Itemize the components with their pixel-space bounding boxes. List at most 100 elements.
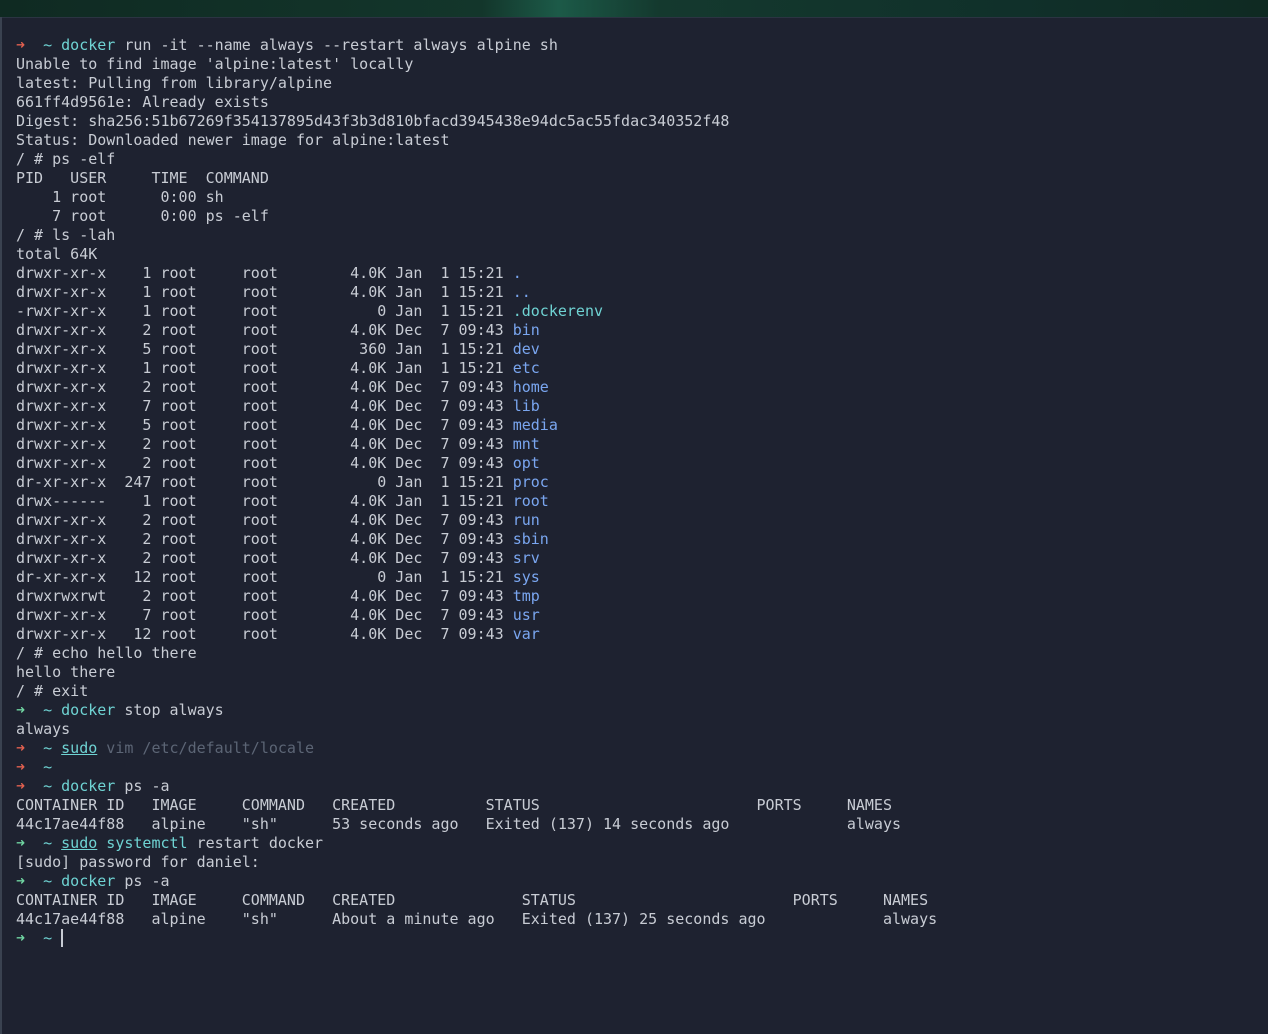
- ls-row-meta: drwxr-xr-x 1 root root 4.0K Jan 1 15:21: [16, 283, 513, 301]
- terminal-output[interactable]: ➜ ~ docker run -it --name always --resta…: [16, 36, 1256, 948]
- command-args: ps -a: [115, 872, 170, 890]
- docker-ps-row: 44c17ae44f88 alpine "sh" About a minute …: [16, 910, 938, 928]
- prompt-cwd: ~: [43, 777, 53, 795]
- prompt-line: ➜ ~ sudo vim /etc/default/locale: [16, 739, 1256, 758]
- ls-row-meta: drwxr-xr-x 2 root root 4.0K Dec 7 09:43: [16, 549, 513, 567]
- prompt-cwd: ~: [43, 36, 53, 54]
- shell-command-line: / # exit: [16, 682, 89, 700]
- ls-row: drwxr-xr-x 2 root root 4.0K Dec 7 09:43 …: [16, 530, 1256, 549]
- ls-row: drwxr-xr-x 2 root root 4.0K Dec 7 09:43 …: [16, 378, 1256, 397]
- file-name: .dockerenv: [512, 302, 604, 320]
- command-name: docker: [61, 872, 116, 890]
- ls-row: drwxr-xr-x 2 root root 4.0K Dec 7 09:43 …: [16, 549, 1256, 568]
- ls-row: drwxr-xr-x 5 root root 360 Jan 1 15:21 d…: [16, 340, 1256, 359]
- directory-name: dev: [512, 340, 540, 358]
- prompt-arrow-icon: ➜: [16, 36, 26, 54]
- ls-row-meta: drwxr-xr-x 2 root root 4.0K Dec 7 09:43: [16, 378, 513, 396]
- output-line: 661ff4d9561e: Already exists: [16, 93, 269, 111]
- ls-row-meta: drwxr-xr-x 7 root root 4.0K Dec 7 09:43: [16, 397, 513, 415]
- prompt-line: ➜ ~ docker ps -a: [16, 872, 1256, 891]
- prompt-cwd: ~: [43, 758, 53, 776]
- sudo-password-prompt: [sudo] password for daniel:: [16, 853, 260, 871]
- directory-name: opt: [512, 454, 540, 472]
- ls-row: drwxr-xr-x 1 root root 4.0K Jan 1 15:21 …: [16, 283, 1256, 302]
- prompt-cwd: ~: [43, 701, 53, 719]
- ls-row: drwxr-xr-x 2 root root 4.0K Dec 7 09:43 …: [16, 435, 1256, 454]
- ls-row: drwxrwxrwt 2 root root 4.0K Dec 7 09:43 …: [16, 587, 1256, 606]
- shell-command-line: / # ls -lah: [16, 226, 116, 244]
- ls-row-meta: drwxr-xr-x 5 root root 4.0K Dec 7 09:43: [16, 416, 513, 434]
- ls-row: drwxr-xr-x 2 root root 4.0K Dec 7 09:43 …: [16, 321, 1256, 340]
- prompt-arrow-icon: ➜: [16, 872, 26, 890]
- output-line: Unable to find image 'alpine:latest' loc…: [16, 55, 414, 73]
- prompt-arrow-icon: ➜: [16, 739, 26, 757]
- directory-name: bin: [512, 321, 540, 339]
- ls-row: dr-xr-xr-x 247 root root 0 Jan 1 15:21 p…: [16, 473, 1256, 492]
- directory-name: usr: [512, 606, 540, 624]
- ls-row-meta: drwxr-xr-x 2 root root 4.0K Dec 7 09:43: [16, 530, 513, 548]
- ls-row-meta: dr-xr-xr-x 12 root root 0 Jan 1 15:21: [16, 568, 513, 586]
- prompt-line: ➜ ~: [16, 758, 1256, 777]
- directory-name: .: [512, 264, 522, 282]
- directory-name: ..: [512, 283, 531, 301]
- ls-row-meta: drwxrwxrwt 2 root root 4.0K Dec 7 09:43: [16, 587, 513, 605]
- output-line: latest: Pulling from library/alpine: [16, 74, 333, 92]
- sudo-command: sudo: [61, 739, 98, 757]
- ps-row: 1 root 0:00 sh: [16, 188, 224, 206]
- command-name: docker: [61, 36, 116, 54]
- ls-row: -rwxr-xr-x 1 root root 0 Jan 1 15:21 .do…: [16, 302, 1256, 321]
- output-line: hello there: [16, 663, 116, 681]
- ls-row-meta: dr-xr-xr-x 247 root root 0 Jan 1 15:21: [16, 473, 513, 491]
- ls-row: drwxr-xr-x 7 root root 4.0K Dec 7 09:43 …: [16, 397, 1256, 416]
- ps-row: 7 root 0:00 ps -elf: [16, 207, 269, 225]
- ls-row-meta: drwxr-xr-x 7 root root 4.0K Dec 7 09:43: [16, 606, 513, 624]
- prompt-arrow-icon: ➜: [16, 777, 26, 795]
- prompt-cwd: ~: [43, 834, 53, 852]
- prompt-arrow-icon: ➜: [16, 758, 26, 776]
- ls-row-meta: -rwxr-xr-x 1 root root 0 Jan 1 15:21: [16, 302, 513, 320]
- ls-listing: drwxr-xr-x 1 root root 4.0K Jan 1 15:21 …: [16, 264, 1256, 644]
- command-name: docker: [61, 701, 116, 719]
- ls-row: dr-xr-xr-x 12 root root 0 Jan 1 15:21 sy…: [16, 568, 1256, 587]
- ls-row: drwxr-xr-x 7 root root 4.0K Dec 7 09:43 …: [16, 606, 1256, 625]
- command-args: ps -a: [115, 777, 170, 795]
- window-titlebar: [0, 0, 1268, 18]
- prompt-arrow-icon: ➜: [16, 701, 26, 719]
- output-line: Digest: sha256:51b67269f354137895d43f3b3…: [16, 112, 730, 130]
- ls-row: drwxr-xr-x 1 root root 4.0K Jan 1 15:21 …: [16, 359, 1256, 378]
- directory-name: tmp: [512, 587, 540, 605]
- directory-name: sbin: [512, 530, 549, 548]
- prompt-arrow-icon: ➜: [16, 834, 26, 852]
- text-cursor[interactable]: [61, 929, 64, 947]
- prompt-cwd: ~: [43, 739, 53, 757]
- ls-row: drwxr-xr-x 2 root root 4.0K Dec 7 09:43 …: [16, 454, 1256, 473]
- directory-name: etc: [512, 359, 540, 377]
- directory-name: run: [512, 511, 540, 529]
- ls-row-meta: drwxr-xr-x 12 root root 4.0K Dec 7 09:43: [16, 625, 513, 643]
- current-prompt-line[interactable]: ➜ ~: [16, 929, 1256, 948]
- docker-ps-header: CONTAINER ID IMAGE COMMAND CREATED STATU…: [16, 891, 929, 909]
- ls-row-meta: drwxr-xr-x 2 root root 4.0K Dec 7 09:43: [16, 511, 513, 529]
- command-args: restart docker: [187, 834, 324, 852]
- command-args: run -it --name always --restart always a…: [115, 36, 558, 54]
- prompt-line: ➜ ~ docker ps -a: [16, 777, 1256, 796]
- prompt-line: ➜ ~ docker stop always: [16, 701, 1256, 720]
- prompt-arrow-icon: ➜: [16, 929, 26, 947]
- shell-command-line: / # echo hello there: [16, 644, 197, 662]
- ls-row-meta: drwxr-xr-x 2 root root 4.0K Dec 7 09:43: [16, 435, 513, 453]
- prompt-cwd: ~: [43, 929, 53, 947]
- directory-name: proc: [512, 473, 549, 491]
- ls-row-meta: drwxr-xr-x 2 root root 4.0K Dec 7 09:43: [16, 321, 513, 339]
- prompt-cwd: ~: [43, 872, 53, 890]
- sudo-command: sudo: [61, 834, 98, 852]
- ls-row-meta: drwxr-xr-x 2 root root 4.0K Dec 7 09:43: [16, 454, 513, 472]
- ls-row-meta: drwxr-xr-x 5 root root 360 Jan 1 15:21: [16, 340, 513, 358]
- directory-name: home: [512, 378, 549, 396]
- ls-row: drwxr-xr-x 5 root root 4.0K Dec 7 09:43 …: [16, 416, 1256, 435]
- directory-name: var: [512, 625, 540, 643]
- ls-total: total 64K: [16, 245, 98, 263]
- prompt-line: ➜ ~ docker run -it --name always --resta…: [16, 36, 1256, 55]
- ls-row-meta: drwx------ 1 root root 4.0K Jan 1 15:21: [16, 492, 513, 510]
- ls-row: drwxr-xr-x 12 root root 4.0K Dec 7 09:43…: [16, 625, 1256, 644]
- directory-name: srv: [512, 549, 540, 567]
